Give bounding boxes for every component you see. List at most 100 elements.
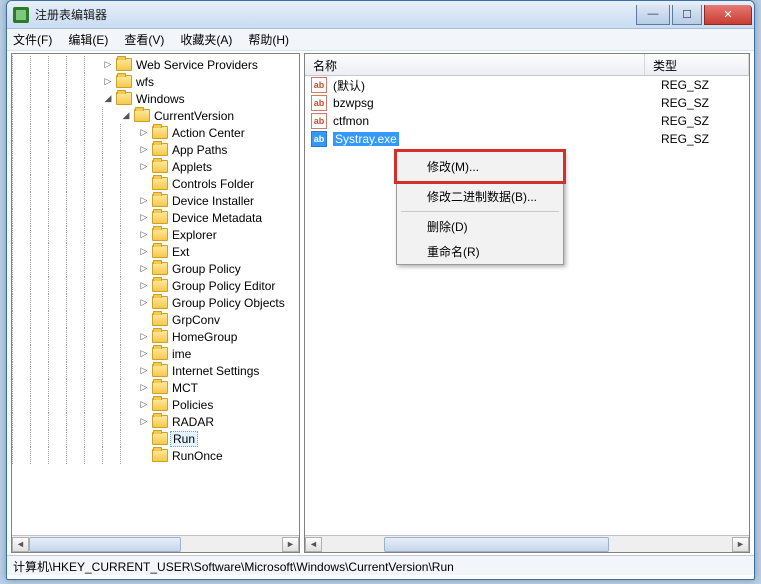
regedit-window: 注册表编辑器 — ☐ ✕ 文件(F) 编辑(E) 查看(V) 收藏夹(A) 帮助…: [6, 0, 755, 580]
expand-icon[interactable]: ◢: [102, 93, 114, 105]
value-row[interactable]: ab(默认)REG_SZ: [305, 76, 749, 94]
expand-icon[interactable]: ▷: [138, 348, 150, 360]
tree-label: Ext: [172, 245, 189, 259]
expand-icon[interactable]: ▷: [102, 76, 114, 88]
tree-item[interactable]: ▷Group Policy Objects: [12, 294, 299, 311]
ctx-delete[interactable]: 删除(D): [397, 214, 563, 239]
expand-icon[interactable]: [138, 450, 150, 462]
tree-item[interactable]: ▷Group Policy Editor: [12, 277, 299, 294]
menu-file[interactable]: 文件(F): [13, 31, 52, 48]
expand-icon[interactable]: ▷: [138, 229, 150, 241]
expand-icon[interactable]: ▷: [138, 212, 150, 224]
tree-label: Windows: [136, 92, 185, 106]
menu-help[interactable]: 帮助(H): [248, 31, 289, 48]
ctx-modify[interactable]: 修改(M)...: [394, 149, 566, 184]
expand-icon[interactable]: ◢: [120, 110, 132, 122]
tree-item[interactable]: ▷Action Center: [12, 124, 299, 141]
folder-icon: [152, 381, 168, 394]
tree-label: App Paths: [172, 143, 227, 157]
scroll-left-icon[interactable]: ◄: [12, 537, 29, 552]
expand-icon[interactable]: ▷: [138, 195, 150, 207]
tree-item[interactable]: ▷ HomeGroup: [12, 328, 299, 345]
expand-icon[interactable]: ▷: [138, 246, 150, 258]
tree-label: HomeGroup: [172, 330, 237, 344]
tree-item[interactable]: ▷ App Paths: [12, 141, 299, 158]
expand-icon[interactable]: [138, 178, 150, 190]
expand-icon[interactable]: ▷: [138, 382, 150, 394]
value-list[interactable]: ab(默认)REG_SZabbzwpsgREG_SZabctfmonREG_SZ…: [305, 76, 749, 536]
tree-item[interactable]: ▷RADAR: [12, 413, 299, 430]
menu-edit[interactable]: 编辑(E): [68, 31, 108, 48]
tree-item[interactable]: Run: [12, 430, 299, 447]
expand-icon[interactable]: ▷: [138, 127, 150, 139]
tree-item[interactable]: ◢ CurrentVersion: [12, 107, 299, 124]
value-name: (默认): [333, 79, 365, 93]
window-buttons: — ☐ ✕: [636, 5, 754, 25]
minimize-button[interactable]: —: [636, 5, 670, 25]
list-hscroll[interactable]: ◄ ►: [305, 535, 749, 552]
tree-item[interactable]: RunOnce: [12, 447, 299, 464]
folder-icon: [152, 330, 168, 343]
titlebar[interactable]: 注册表编辑器 — ☐ ✕: [7, 1, 754, 29]
expand-icon[interactable]: ▷: [138, 331, 150, 343]
value-name: Systray.exe: [333, 132, 399, 146]
scroll-left-icon[interactable]: ◄: [305, 537, 322, 552]
expand-icon[interactable]: ▷: [138, 365, 150, 377]
value-row[interactable]: abctfmonREG_SZ: [305, 112, 749, 130]
registry-tree[interactable]: ▷Web Service Providers▷wfs ◢ Windows ◢ Curre…: [12, 54, 299, 536]
tree-label: Internet Settings: [172, 364, 259, 378]
tree-item[interactable]: ▷ Device Metadata: [12, 209, 299, 226]
expand-icon[interactable]: [138, 314, 150, 326]
tree-label: Group Policy: [172, 262, 241, 276]
expand-icon[interactable]: ▷: [138, 297, 150, 309]
tree-item[interactable]: ▷ Group Policy: [12, 260, 299, 277]
value-row[interactable]: abbzwpsgREG_SZ: [305, 94, 749, 112]
tree-label: CurrentVersion: [154, 109, 234, 123]
status-bar: 计算机\HKEY_CURRENT_USER\Software\Microsoft…: [7, 555, 754, 575]
body: ▷Web Service Providers▷wfs ◢ Windows ◢ Curre…: [7, 51, 754, 555]
folder-icon: [152, 347, 168, 360]
col-type[interactable]: 类型: [645, 54, 749, 75]
tree-item[interactable]: ▷wfs: [12, 73, 299, 90]
col-name[interactable]: 名称: [305, 54, 645, 75]
expand-icon[interactable]: ▷: [138, 144, 150, 156]
folder-icon: [116, 92, 132, 105]
tree-item[interactable]: Controls Folder: [12, 175, 299, 192]
expand-icon[interactable]: [138, 433, 150, 445]
value-name: bzwpsg: [333, 96, 374, 110]
tree-item[interactable]: ▷Web Service Providers: [12, 56, 299, 73]
ctx-modify-binary[interactable]: 修改二进制数据(B)...: [397, 184, 563, 209]
tree-hscroll[interactable]: ◄ ►: [12, 535, 299, 552]
expand-icon[interactable]: ▷: [138, 280, 150, 292]
scroll-right-icon[interactable]: ►: [732, 537, 749, 552]
ctx-rename[interactable]: 重命名(R): [397, 239, 563, 264]
string-value-icon: ab: [311, 113, 327, 129]
value-row[interactable]: abSystray.exeREG_SZ: [305, 130, 749, 148]
tree-item[interactable]: GrpConv: [12, 311, 299, 328]
tree-item[interactable]: ▷Explorer: [12, 226, 299, 243]
scroll-right-icon[interactable]: ►: [282, 537, 299, 552]
string-value-icon: ab: [311, 77, 327, 93]
tree-item[interactable]: ▷ime: [12, 345, 299, 362]
folder-icon: [152, 194, 168, 207]
menu-view[interactable]: 查看(V): [124, 31, 164, 48]
tree-pane: ▷Web Service Providers▷wfs ◢ Windows ◢ Curre…: [11, 53, 300, 553]
tree-label: Device Metadata: [172, 211, 262, 225]
menu-favorites[interactable]: 收藏夹(A): [180, 31, 232, 48]
tree-item[interactable]: ▷Device Installer: [12, 192, 299, 209]
maximize-button[interactable]: ☐: [672, 5, 702, 25]
tree-item[interactable]: ▷Applets: [12, 158, 299, 175]
tree-item[interactable]: ◢ Windows: [12, 90, 299, 107]
expand-icon[interactable]: ▷: [138, 161, 150, 173]
tree-item[interactable]: ▷MCT: [12, 379, 299, 396]
expand-icon[interactable]: ▷: [102, 59, 114, 71]
tree-item[interactable]: ▷ Internet Settings: [12, 362, 299, 379]
expand-icon[interactable]: ▷: [138, 416, 150, 428]
folder-icon: [152, 211, 168, 224]
expand-icon[interactable]: ▷: [138, 263, 150, 275]
tree-label: GrpConv: [172, 313, 220, 327]
expand-icon[interactable]: ▷: [138, 399, 150, 411]
tree-item[interactable]: ▷ Ext: [12, 243, 299, 260]
tree-item[interactable]: ▷Policies: [12, 396, 299, 413]
close-button[interactable]: ✕: [704, 5, 752, 25]
